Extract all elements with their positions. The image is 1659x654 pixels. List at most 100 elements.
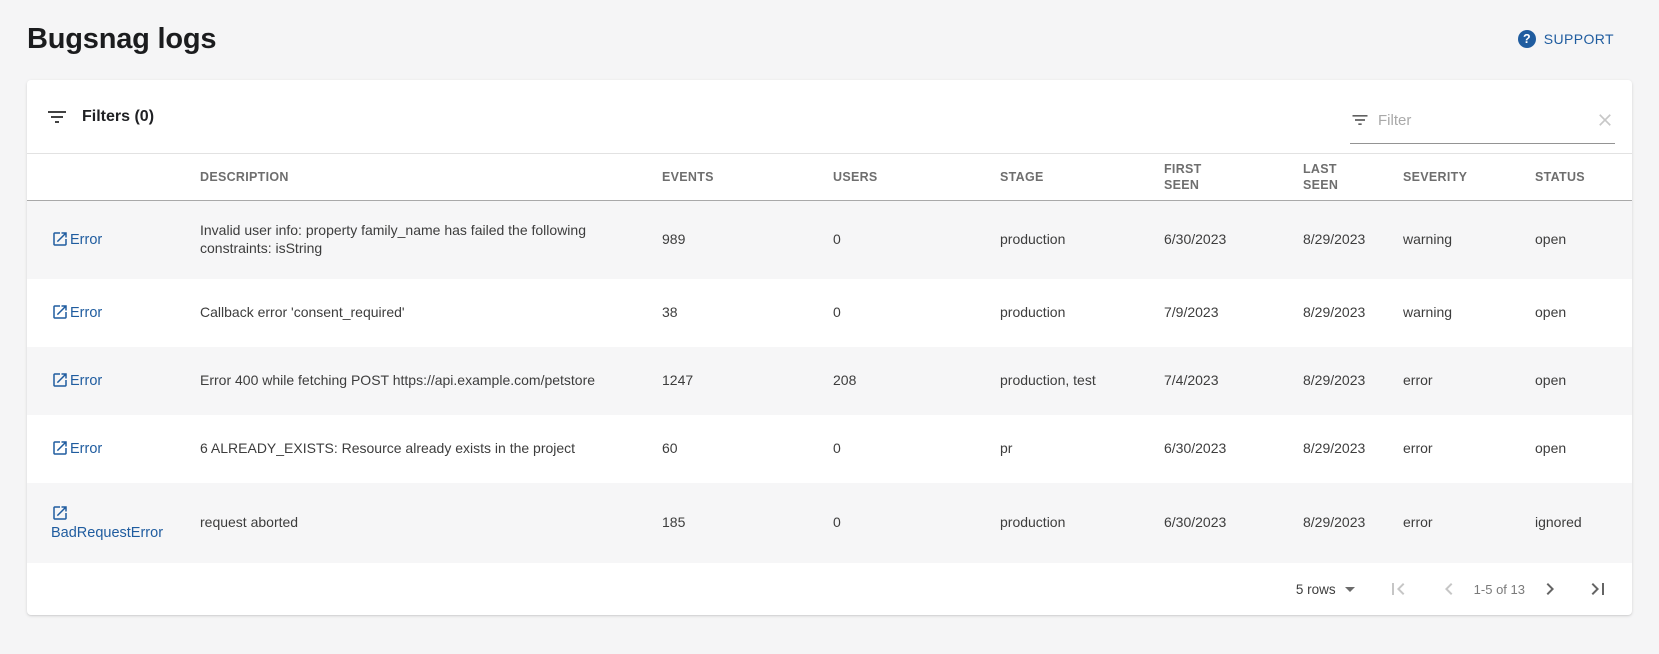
last-page-icon xyxy=(1586,577,1610,601)
stage-cell: production xyxy=(1000,200,1164,279)
col-header-events: EVENTS xyxy=(662,154,833,200)
events-cell: 38 xyxy=(662,279,833,347)
events-cell: 1247 xyxy=(662,347,833,415)
error-link[interactable]: BadRequestError xyxy=(51,504,169,541)
first-seen-cell: 7/4/2023 xyxy=(1164,347,1303,415)
last-seen-cell: 8/29/2023 xyxy=(1303,347,1403,415)
events-cell: 60 xyxy=(662,415,833,483)
severity-cell: warning xyxy=(1403,279,1535,347)
status-cell: open xyxy=(1535,415,1632,483)
col-header-stage: STAGE xyxy=(1000,154,1164,200)
rows-per-page-label: 5 rows xyxy=(1296,582,1336,597)
description-cell: request aborted xyxy=(200,483,662,563)
status-cell: open xyxy=(1535,200,1632,279)
filters-toggle[interactable]: Filters (0) xyxy=(45,105,154,129)
users-cell: 208 xyxy=(833,347,1000,415)
chevron-down-icon xyxy=(1338,577,1362,601)
users-cell: 0 xyxy=(833,279,1000,347)
description-cell: 6 ALREADY_EXISTS: Resource already exist… xyxy=(200,415,662,483)
error-link[interactable]: Error xyxy=(51,371,102,390)
users-cell: 0 xyxy=(833,200,1000,279)
error-link[interactable]: Error xyxy=(51,230,102,249)
severity-cell: warning xyxy=(1403,200,1535,279)
last-page-button[interactable] xyxy=(1586,577,1610,601)
last-seen-cell: 8/29/2023 xyxy=(1303,279,1403,347)
error-link-cell: Error xyxy=(27,347,200,415)
table-row: Error Error 400 while fetching POST http… xyxy=(27,347,1632,415)
filter-input-group xyxy=(1350,104,1615,144)
users-cell: 0 xyxy=(833,483,1000,563)
col-header-severity: SEVERITY xyxy=(1403,154,1535,200)
events-cell: 989 xyxy=(662,200,833,279)
last-seen-cell: 8/29/2023 xyxy=(1303,483,1403,563)
filters-label: Filters (0) xyxy=(82,108,154,126)
error-link-cell: BadRequestError xyxy=(27,483,200,563)
close-icon xyxy=(1595,110,1615,130)
open-in-new-icon xyxy=(51,504,69,522)
next-page-button[interactable] xyxy=(1538,577,1562,601)
previous-page-button[interactable] xyxy=(1437,577,1461,601)
error-link-cell: Error xyxy=(27,200,200,279)
error-link[interactable]: Error xyxy=(51,303,102,322)
users-cell: 0 xyxy=(833,415,1000,483)
filter-list-icon xyxy=(45,105,69,129)
rows-per-page-select[interactable]: 5 rows xyxy=(1296,577,1362,601)
pagination-bar: 5 rows 1-5 of 13 xyxy=(27,563,1632,615)
pagination-range: 1-5 of 13 xyxy=(1474,582,1525,597)
table-header-row: DESCRIPTION EVENTS USERS STAGE FIRST SEE… xyxy=(27,154,1632,200)
severity-cell: error xyxy=(1403,347,1535,415)
page-title: Bugsnag logs xyxy=(27,24,216,56)
col-header-first-seen: FIRST SEEN xyxy=(1164,154,1303,200)
table-row: Error Callback error 'consent_required' … xyxy=(27,279,1632,347)
help-icon: ? xyxy=(1518,30,1536,48)
open-in-new-icon xyxy=(51,303,69,321)
col-header-users: USERS xyxy=(833,154,1000,200)
stage-cell: production, test xyxy=(1000,347,1164,415)
support-label: SUPPORT xyxy=(1544,31,1614,47)
first-seen-cell: 6/30/2023 xyxy=(1164,483,1303,563)
open-in-new-icon xyxy=(51,439,69,457)
severity-cell: error xyxy=(1403,415,1535,483)
error-link-cell: Error xyxy=(27,415,200,483)
description-cell: Invalid user info: property family_name … xyxy=(200,200,662,279)
first-seen-cell: 6/30/2023 xyxy=(1164,200,1303,279)
first-page-button[interactable] xyxy=(1386,577,1410,601)
open-in-new-icon xyxy=(51,371,69,389)
chevron-right-icon xyxy=(1538,577,1562,601)
clear-filter-button[interactable] xyxy=(1595,110,1615,130)
error-link-cell: Error xyxy=(27,279,200,347)
status-cell: open xyxy=(1535,279,1632,347)
col-header-description: DESCRIPTION xyxy=(200,154,662,200)
status-cell: open xyxy=(1535,347,1632,415)
description-cell: Callback error 'consent_required' xyxy=(200,279,662,347)
last-seen-cell: 8/29/2023 xyxy=(1303,415,1403,483)
table-row: BadRequestError request aborted 185 0 pr… xyxy=(27,483,1632,563)
stage-cell: production xyxy=(1000,279,1164,347)
severity-cell: error xyxy=(1403,483,1535,563)
support-button[interactable]: ? SUPPORT xyxy=(1518,30,1614,48)
first-seen-cell: 6/30/2023 xyxy=(1164,415,1303,483)
table-row: Error 6 ALREADY_EXISTS: Resource already… xyxy=(27,415,1632,483)
open-in-new-icon xyxy=(51,230,69,248)
events-cell: 185 xyxy=(662,483,833,563)
first-seen-cell: 7/9/2023 xyxy=(1164,279,1303,347)
table-row: Error Invalid user info: property family… xyxy=(27,200,1632,279)
logs-card: Filters (0) DESCRIPTIO xyxy=(27,80,1632,615)
logs-table: DESCRIPTION EVENTS USERS STAGE FIRST SEE… xyxy=(27,154,1632,563)
filter-icon xyxy=(1350,110,1370,130)
error-link[interactable]: Error xyxy=(51,439,102,458)
filter-input[interactable] xyxy=(1378,112,1587,129)
description-cell: Error 400 while fetching POST https://ap… xyxy=(200,347,662,415)
stage-cell: production xyxy=(1000,483,1164,563)
top-bar: Bugsnag logs ? SUPPORT xyxy=(27,24,1632,80)
col-header-status: STATUS xyxy=(1535,154,1632,200)
col-header-last-seen: LAST SEEN xyxy=(1303,154,1403,200)
status-cell: ignored xyxy=(1535,483,1632,563)
stage-cell: pr xyxy=(1000,415,1164,483)
first-page-icon xyxy=(1386,577,1410,601)
chevron-left-icon xyxy=(1437,577,1461,601)
last-seen-cell: 8/29/2023 xyxy=(1303,200,1403,279)
page: Bugsnag logs ? SUPPORT Filters (0) xyxy=(0,0,1659,615)
toolbar: Filters (0) xyxy=(27,80,1632,154)
col-header-link xyxy=(27,154,200,200)
